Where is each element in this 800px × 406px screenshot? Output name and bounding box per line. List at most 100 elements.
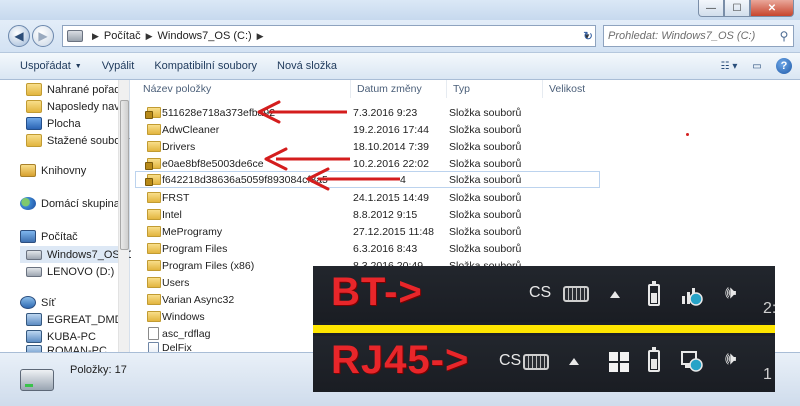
drive-icon <box>26 266 42 277</box>
folder-icon <box>147 226 161 237</box>
table-row[interactable]: MeProgramy 27.12.2015 11:48 Složka souborů <box>135 223 585 240</box>
volume-icon[interactable]: 🕪 <box>725 282 736 303</box>
nav-item-label: Nahrané pořady <box>47 83 126 96</box>
column-header-size[interactable]: Velikost <box>543 80 623 98</box>
file-name: MeProgramy <box>162 225 223 238</box>
nav-item-egreat[interactable]: EGREAT_DMD <box>26 311 123 328</box>
divider-line <box>313 325 775 333</box>
language-indicator[interactable]: CS <box>529 284 551 302</box>
table-row[interactable]: Intel 8.8.2012 9:15 Složka souborů <box>135 206 585 223</box>
forward-button[interactable]: ▶ <box>32 25 54 47</box>
file-name: Intel <box>162 208 182 221</box>
volume-icon[interactable]: 🕪 <box>725 348 736 369</box>
homegroup-icon <box>20 197 36 210</box>
file-type: Složka souborů <box>449 106 522 119</box>
nav-item-downloads[interactable]: Stažené soubory <box>26 132 130 149</box>
folder-icon <box>147 311 161 322</box>
show-hidden-icons-icon[interactable] <box>610 291 620 298</box>
column-name-label: Název položky <box>143 83 212 95</box>
file-date: 6.3.2016 8:43 <box>353 242 418 255</box>
file-type: Složka souborů <box>449 157 522 170</box>
table-row[interactable]: 511628e718a373efba92 7.3.2016 9:23 Složka … <box>135 104 585 121</box>
locked-folder-icon <box>145 174 161 186</box>
computer-icon <box>67 30 83 42</box>
folder-icon <box>147 124 161 135</box>
nav-item-label: KUBA-PC <box>47 330 96 343</box>
close-button[interactable]: ✕ <box>750 0 794 17</box>
nav-item-libraries[interactable]: Knihovny <box>20 162 86 179</box>
breadcrumb-drive[interactable]: Windows7_OS (C:) <box>158 30 252 42</box>
burn-button[interactable]: Vypálit <box>92 55 145 77</box>
nav-item-label: EGREAT_DMD <box>47 313 123 326</box>
drive-icon <box>20 369 54 391</box>
file-name: e0ae8bf8e5003de6ce <box>162 157 264 170</box>
windows-logo-icon[interactable] <box>609 352 629 372</box>
minimize-button[interactable]: — <box>698 0 724 17</box>
wired-network-icon[interactable] <box>680 350 704 372</box>
file-icon <box>148 327 159 340</box>
nav-item-kuba[interactable]: KUBA-PC <box>26 328 96 345</box>
nav-item-computer[interactable]: Počítač <box>20 228 78 245</box>
folder-icon <box>147 260 161 271</box>
folder-icon <box>147 192 161 203</box>
file-name: f642218d38636a5059f893084cf8a5 <box>162 173 328 186</box>
computer-icon <box>26 330 42 343</box>
nav-item-recent[interactable]: Naposledy navšt <box>26 98 128 115</box>
view-options-icon[interactable]: ☷ ▾ <box>720 57 738 75</box>
language-indicator[interactable]: CS <box>499 352 521 370</box>
table-row[interactable]: Drivers 18.10.2014 7:39 Složka souborů <box>135 138 585 155</box>
item-count: Položky: 17 <box>70 364 127 376</box>
nav-item-drive-d[interactable]: LENOVO (D:) <box>26 263 114 280</box>
view-controls: ☷ ▾ ▭ ? <box>720 57 792 75</box>
locked-folder-icon <box>145 107 161 119</box>
nav-item-recorded-tv[interactable]: Nahrané pořady <box>26 81 126 98</box>
file-date: 24.1.2015 14:49 <box>353 191 429 204</box>
search-icon[interactable]: ⚲ <box>775 29 793 43</box>
column-size-label: Velikost <box>549 83 586 95</box>
back-button[interactable]: ◀ <box>8 25 30 47</box>
nav-item-label: Knihovny <box>41 164 87 177</box>
document-icon <box>148 342 159 352</box>
window-controls: — ☐ ✕ <box>698 0 794 17</box>
battery-icon[interactable] <box>648 281 660 306</box>
nav-item-homegroup[interactable]: Domácí skupina <box>20 195 120 212</box>
battery-icon[interactable] <box>648 347 660 372</box>
new-folder-button[interactable]: Nová složka <box>267 55 347 77</box>
help-icon[interactable]: ? <box>776 58 792 74</box>
nav-item-network[interactable]: Síť <box>20 294 56 311</box>
preview-pane-icon[interactable]: ▭ <box>748 57 766 75</box>
nav-scrollbar[interactable] <box>118 80 129 352</box>
desktop-icon <box>26 117 42 130</box>
refresh-icon[interactable]: ↻ <box>578 25 598 47</box>
nav-item-label: Domácí skupina <box>41 197 120 210</box>
file-name: asc_rdflag <box>162 327 211 340</box>
breadcrumb-separator: ▶ <box>92 30 99 41</box>
keyboard-icon[interactable] <box>523 354 549 370</box>
title-bar: — ☐ ✕ <box>0 0 800 20</box>
nav-item-label: Plocha <box>47 117 81 130</box>
table-row[interactable]: AdwCleaner 19.2.2016 17:44 Složka souborů <box>135 121 585 138</box>
keyboard-icon[interactable] <box>563 286 589 302</box>
nav-item-drive-c[interactable]: Windows7_OS (C <box>20 246 134 263</box>
table-row[interactable]: Program Files 6.3.2016 8:43 Složka souborů <box>135 240 585 257</box>
column-header-date[interactable]: Datum změny <box>351 80 447 98</box>
search-input[interactable]: Prohledat: Windows7_OS (C:) ⚲ <box>603 25 794 47</box>
scrollbar-thumb[interactable] <box>120 100 129 250</box>
file-date: 19.2.2016 17:44 <box>353 123 429 136</box>
organize-button[interactable]: Uspořádat ▼ <box>0 55 92 77</box>
downloads-icon <box>26 134 42 147</box>
nav-item-desktop[interactable]: Plocha <box>26 115 81 132</box>
nav-item-label: Síť <box>41 296 56 309</box>
compat-files-button[interactable]: Kompatibilní soubory <box>144 55 267 77</box>
file-type: Složka souborů <box>449 208 522 221</box>
address-bar[interactable]: ▶ Počítač ▶ Windows7_OS (C:) ▶ ▼ <box>62 25 596 47</box>
show-hidden-icons-icon[interactable] <box>569 358 579 365</box>
column-header-type[interactable]: Typ <box>447 80 543 98</box>
column-header-name[interactable]: Název položky <box>137 80 351 98</box>
breadcrumb-computer[interactable]: Počítač <box>104 30 141 42</box>
network-icon[interactable] <box>680 284 704 306</box>
command-bar: Uspořádat ▼ Vypálit Kompatibilní soubory … <box>0 52 800 80</box>
burn-label: Vypálit <box>101 60 135 72</box>
file-name: DelFix <box>162 342 192 352</box>
maximize-button[interactable]: ☐ <box>724 0 750 17</box>
